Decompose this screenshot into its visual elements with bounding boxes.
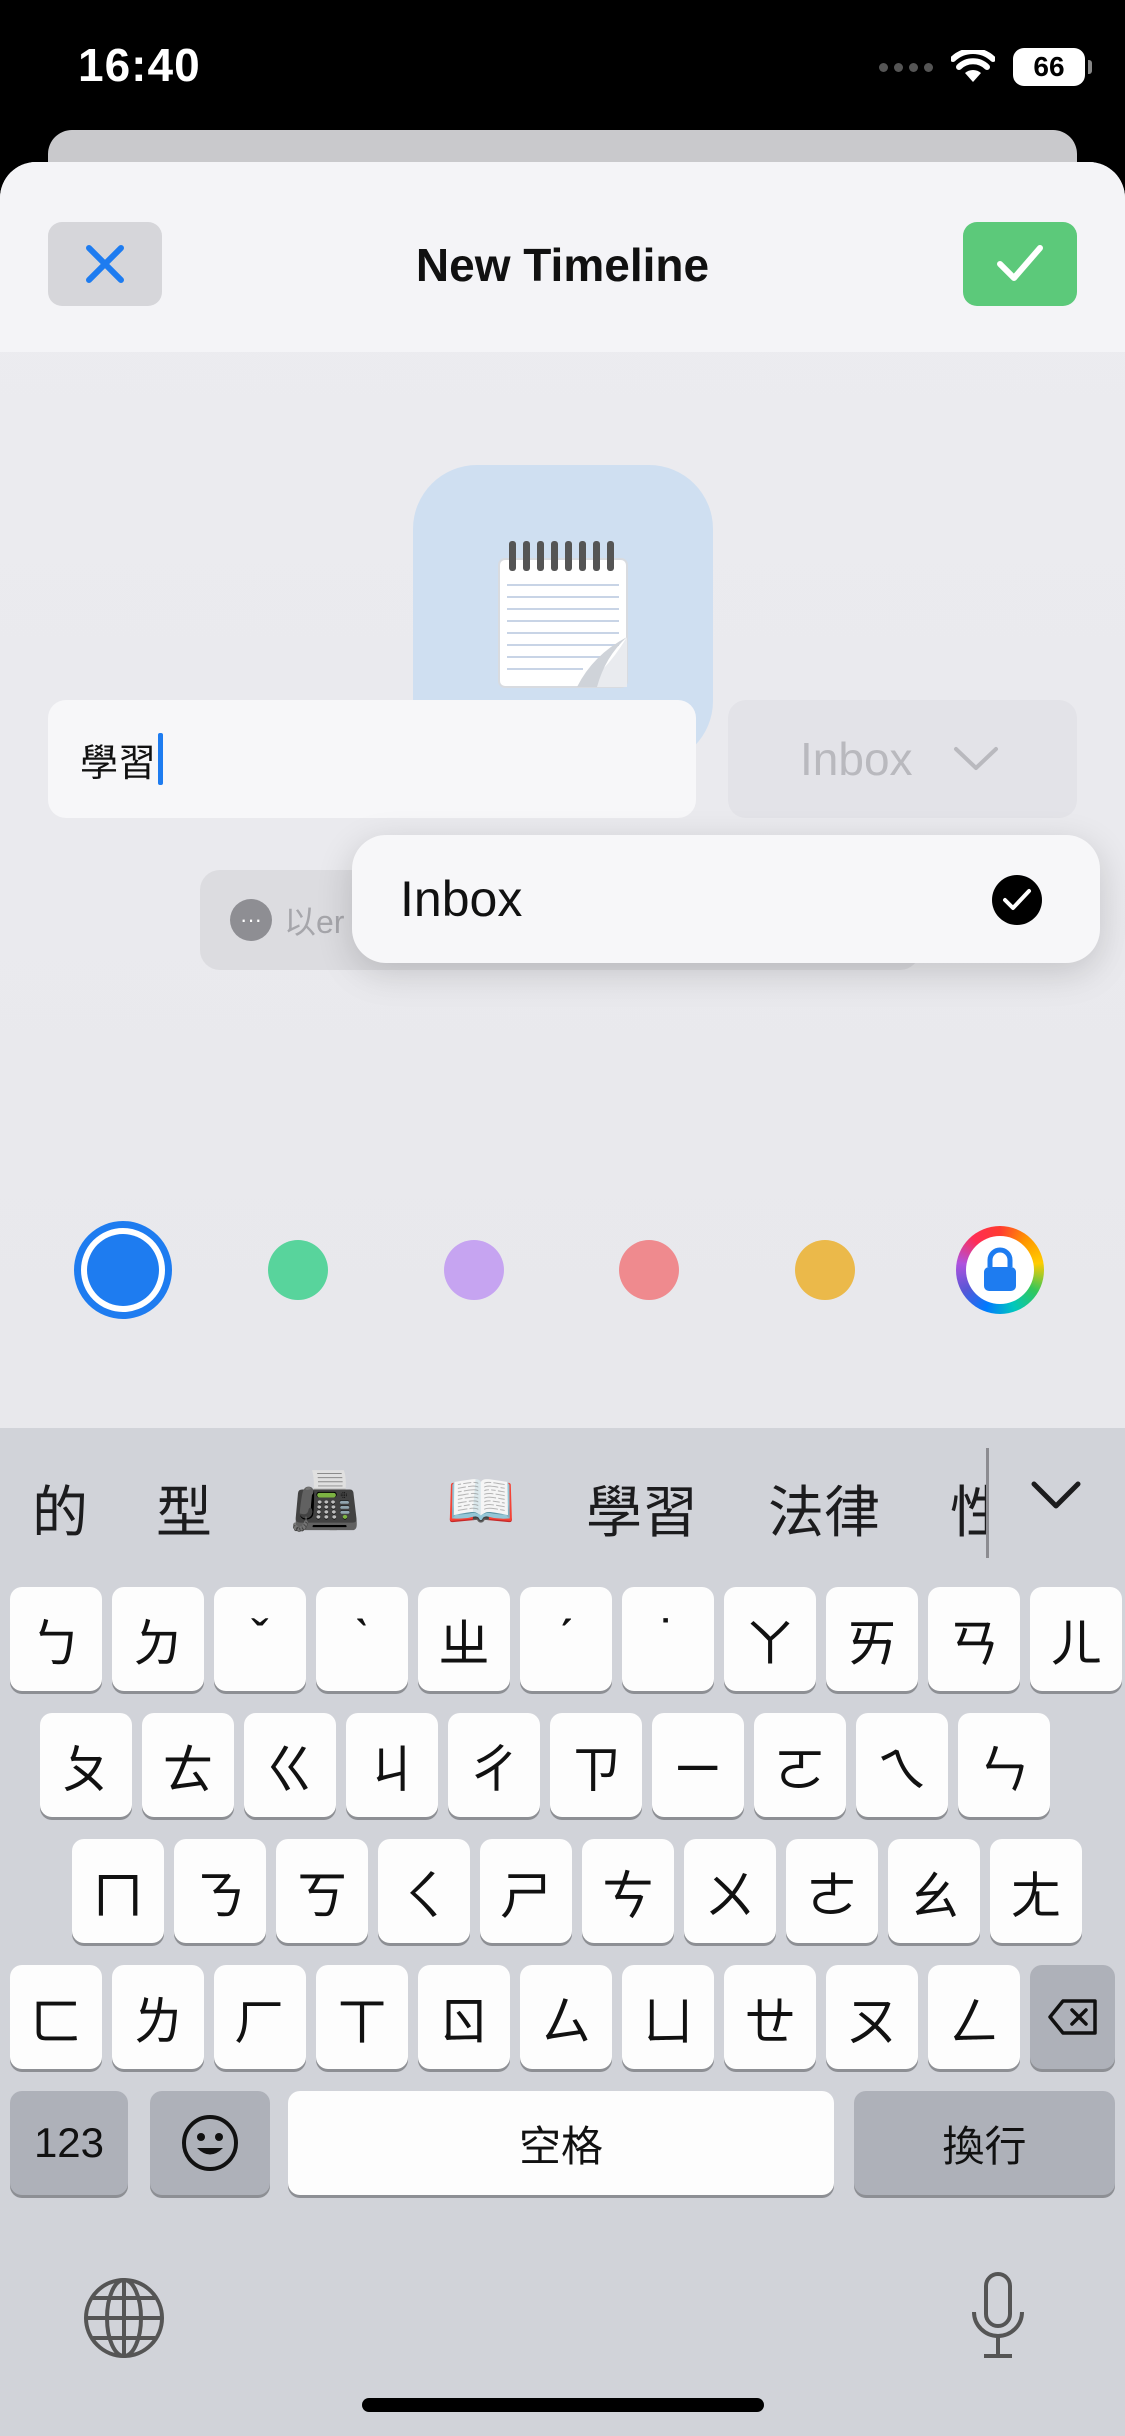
category-select-value: Inbox <box>800 733 913 785</box>
key-bopomofo[interactable]: ㄏ <box>214 1965 306 2069</box>
candidate-book-emoji[interactable]: 📖 <box>446 1468 516 1534</box>
color-swatch-red[interactable] <box>619 1240 679 1300</box>
key-bopomofo[interactable]: ㄙ <box>520 1965 612 2069</box>
battery-indicator: 66 <box>1013 48 1092 86</box>
candidate-fax-emoji[interactable]: 📠 <box>290 1468 360 1534</box>
dictation-key[interactable] <box>966 2270 1030 2367</box>
key-bopomofo[interactable]: ㄓ <box>418 1587 510 1691</box>
hint-text: 以er <box>284 904 345 940</box>
status-bar: 16:40 66 <box>0 0 1125 140</box>
home-indicator <box>362 2398 764 2412</box>
key-bopomofo[interactable]: ㄕ <box>480 1839 572 1943</box>
candidate-item[interactable]: 性 <box>950 1468 986 1549</box>
key-bopomofo[interactable]: ㄎ <box>276 1839 368 1943</box>
checkmark-icon <box>997 245 1043 281</box>
sheet-header: New Timeline <box>0 162 1125 352</box>
key-bopomofo[interactable]: ㄡ <box>826 1965 918 2069</box>
key-bopomofo[interactable]: ˇ <box>214 1587 306 1691</box>
status-time: 16:40 <box>78 39 201 91</box>
key-bopomofo[interactable]: ˊ <box>520 1587 612 1691</box>
timeline-name-value: 學習 <box>80 742 157 785</box>
key-bopomofo[interactable]: ㄉ <box>112 1587 204 1691</box>
timeline-name-input[interactable]: 學習 <box>48 700 696 818</box>
key-bopomofo[interactable]: ㄊ <box>142 1713 234 1817</box>
selected-check-icon <box>992 875 1042 925</box>
key-bopomofo[interactable]: ㄢ <box>928 1587 1020 1691</box>
key-bopomofo[interactable]: ㄍ <box>244 1713 336 1817</box>
microphone-icon <box>972 2272 1024 2358</box>
candidate-item[interactable]: 型 <box>156 1468 212 1549</box>
key-bopomofo[interactable]: ㄥ <box>928 1965 1020 2069</box>
key-bopomofo[interactable]: ㄇ <box>72 1839 164 1943</box>
wifi-icon <box>951 50 995 82</box>
emoji-key[interactable] <box>150 2091 270 2195</box>
candidate-item[interactable]: 學習 <box>586 1468 698 1549</box>
key-bopomofo[interactable]: ㄨ <box>684 1839 776 1943</box>
key-bopomofo[interactable]: ㄞ <box>826 1587 918 1691</box>
key-bopomofo[interactable]: ㄜ <box>786 1839 878 1943</box>
key-bopomofo[interactable]: ㄩ <box>622 1965 714 2069</box>
sheet-title: New Timeline <box>415 239 710 291</box>
numbers-key[interactable]: 123 <box>10 2091 128 2195</box>
notepad-icon <box>498 541 628 688</box>
key-bopomofo[interactable]: ㄒ <box>316 1965 408 2069</box>
dropdown-item-label: Inbox <box>400 871 523 927</box>
backspace-icon <box>1047 1999 1097 2035</box>
key-bopomofo[interactable]: ㄈ <box>10 1965 102 2069</box>
key-bopomofo[interactable]: ㄠ <box>888 1839 980 1943</box>
lock-icon <box>984 1247 1016 1291</box>
return-key[interactable]: 換行 <box>854 2091 1115 2195</box>
key-bopomofo[interactable]: ㄤ <box>990 1839 1082 1943</box>
chevron-down-icon <box>953 747 998 770</box>
key-bopomofo[interactable]: ㄚ <box>724 1587 816 1691</box>
emoji-icon <box>182 2115 238 2171</box>
globe-icon <box>84 2278 164 2358</box>
chevron-down-icon[interactable] <box>1030 1480 1082 1512</box>
key-bopomofo[interactable]: ㄗ <box>550 1713 642 1817</box>
key-bopomofo[interactable]: ㄋ <box>174 1839 266 1943</box>
keyboard: 的 型 📠 📖 學習 法律 性 ㄅㄉ ˇ ˋ ㄓ ˊ ˙ ㄚㄞㄢㄦㄆㄊㄍㄐㄔㄗㄧㄛㄟㄣㄇㄋㄎ… <box>0 1428 1125 2436</box>
key-bopomofo[interactable]: ˙ <box>622 1587 714 1691</box>
key-bopomofo[interactable]: ㄐ <box>346 1713 438 1817</box>
key-bopomofo[interactable]: ㄔ <box>448 1713 540 1817</box>
speech-bubble-icon: ··· <box>230 899 272 941</box>
custom-color-lock-button[interactable] <box>956 1226 1044 1314</box>
key-bopomofo[interactable]: ㄑ <box>378 1839 470 1943</box>
color-swatch-yellow[interactable] <box>795 1240 855 1300</box>
key-bopomofo[interactable]: ㄘ <box>582 1839 674 1943</box>
color-swatch-green[interactable] <box>268 1240 328 1300</box>
key-bopomofo[interactable]: ㄧ <box>652 1713 744 1817</box>
category-select[interactable]: Inbox <box>728 700 1077 818</box>
key-bopomofo[interactable]: ㄝ <box>724 1965 816 2069</box>
candidate-item[interactable]: 法律 <box>768 1468 880 1549</box>
key-bopomofo[interactable]: ㄅ <box>10 1587 102 1691</box>
color-swatch-blue[interactable] <box>74 1221 172 1319</box>
backspace-key[interactable] <box>1030 1965 1115 2069</box>
key-bopomofo[interactable]: ㄛ <box>754 1713 846 1817</box>
candidate-item[interactable]: 的 <box>32 1468 88 1549</box>
key-bopomofo[interactable]: ˋ <box>316 1587 408 1691</box>
key-bopomofo[interactable]: ㄌ <box>112 1965 204 2069</box>
key-bopomofo[interactable]: ㄟ <box>856 1713 948 1817</box>
confirm-button[interactable] <box>963 222 1077 306</box>
space-key[interactable]: 空格 <box>288 2091 834 2195</box>
key-bopomofo[interactable]: ㄖ <box>418 1965 510 2069</box>
candidate-bar: 的 型 📠 📖 學習 法律 性 <box>0 1428 1125 1578</box>
color-swatch-purple[interactable] <box>444 1240 504 1300</box>
status-indicators: 66 <box>879 48 1092 86</box>
text-cursor <box>158 733 164 785</box>
key-bopomofo[interactable]: ㄦ <box>1030 1587 1122 1691</box>
category-dropdown-item-inbox[interactable]: Inbox <box>352 835 1100 963</box>
key-bopomofo[interactable]: ㄣ <box>958 1713 1050 1817</box>
candidate-divider <box>986 1448 989 1558</box>
key-bopomofo[interactable]: ㄆ <box>40 1713 132 1817</box>
globe-key[interactable] <box>82 2276 166 2365</box>
cellular-signal-icon <box>879 62 933 72</box>
